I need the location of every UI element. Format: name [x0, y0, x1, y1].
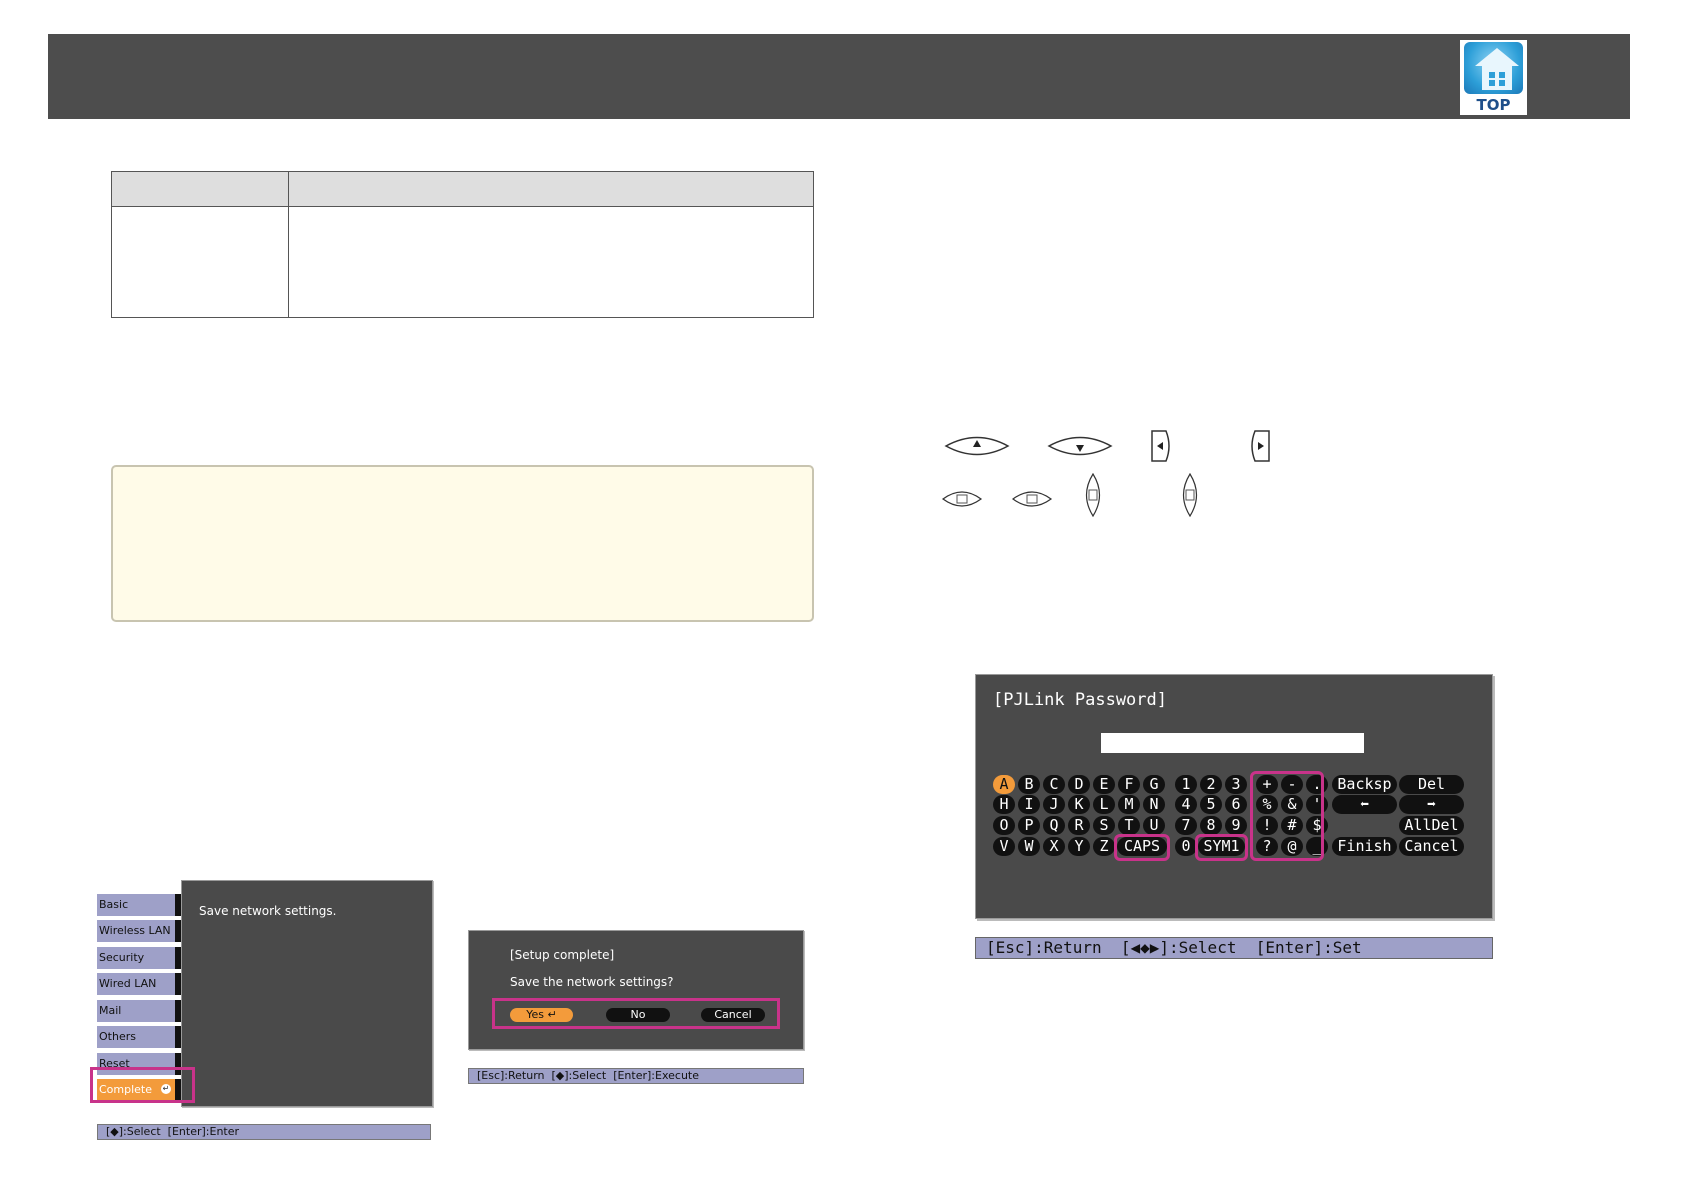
key-3-7[interactable]: U [1143, 816, 1165, 835]
key-2-2[interactable]: I [1018, 795, 1040, 814]
key-2-10[interactable]: 6 [1225, 795, 1247, 814]
key-3-4[interactable]: R [1068, 816, 1090, 835]
key-1-2[interactable]: B [1018, 775, 1040, 794]
key-2-3[interactable]: J [1043, 795, 1065, 814]
key-3-3[interactable]: Q [1043, 816, 1065, 835]
key-2-9[interactable]: 5 [1200, 795, 1222, 814]
key-1-9[interactable]: 2 [1200, 775, 1222, 794]
key-4-4[interactable]: Y [1068, 837, 1090, 856]
symbol-keys-highlight [1250, 771, 1324, 861]
key-1-4[interactable]: D [1068, 775, 1090, 794]
key-1-10[interactable]: 3 [1225, 775, 1247, 794]
caps-key-highlight [1114, 834, 1170, 861]
key-2-5[interactable]: L [1093, 795, 1115, 814]
finish-key[interactable]: Finish [1332, 837, 1397, 856]
key-3-2[interactable]: P [1018, 816, 1040, 835]
key-4-7[interactable]: 0 [1175, 837, 1197, 856]
key-2-6[interactable]: M [1118, 795, 1140, 814]
key-4-3[interactable]: X [1043, 837, 1065, 856]
key-2-4[interactable]: K [1068, 795, 1090, 814]
cursor-right-key[interactable]: ➡ [1399, 795, 1464, 814]
keyboard-keys: A B C D E F G 1 2 3 + -. H I J K L M N 4 5 6% & ' O P Q R S T U 7 8 9! # $ V… [0, 0, 1684, 1190]
key-1-5[interactable]: E [1093, 775, 1115, 794]
key-2-7[interactable]: N [1143, 795, 1165, 814]
key-4-1[interactable]: V [993, 837, 1015, 856]
all-delete-key[interactable]: AllDel [1399, 816, 1464, 835]
key-1-3[interactable]: C [1043, 775, 1065, 794]
key-1-8[interactable]: 1 [1175, 775, 1197, 794]
key-3-8[interactable]: 7 [1175, 816, 1197, 835]
key-3-6[interactable]: T [1118, 816, 1140, 835]
key-3-1[interactable]: O [993, 816, 1015, 835]
key-1-1[interactable]: A [993, 775, 1015, 794]
key-1-6[interactable]: F [1118, 775, 1140, 794]
key-3-5[interactable]: S [1093, 816, 1115, 835]
keyboard-status-bar: [Esc]:Return [◀◆▶]:Select [Enter]:Set [975, 937, 1493, 959]
sym1-key-highlight [1195, 834, 1248, 861]
delete-key[interactable]: Del [1399, 775, 1464, 794]
backspace-key[interactable]: Backsp [1332, 775, 1397, 794]
key-3-10[interactable]: 9 [1225, 816, 1247, 835]
key-4-2[interactable]: W [1018, 837, 1040, 856]
key-4-5[interactable]: Z [1093, 837, 1115, 856]
key-2-8[interactable]: 4 [1175, 795, 1197, 814]
cursor-left-key[interactable]: ⬅ [1332, 795, 1397, 814]
cancel-key[interactable]: Cancel [1399, 837, 1464, 856]
key-2-1[interactable]: H [993, 795, 1015, 814]
key-1-7[interactable]: G [1143, 775, 1165, 794]
key-3-9[interactable]: 8 [1200, 816, 1222, 835]
